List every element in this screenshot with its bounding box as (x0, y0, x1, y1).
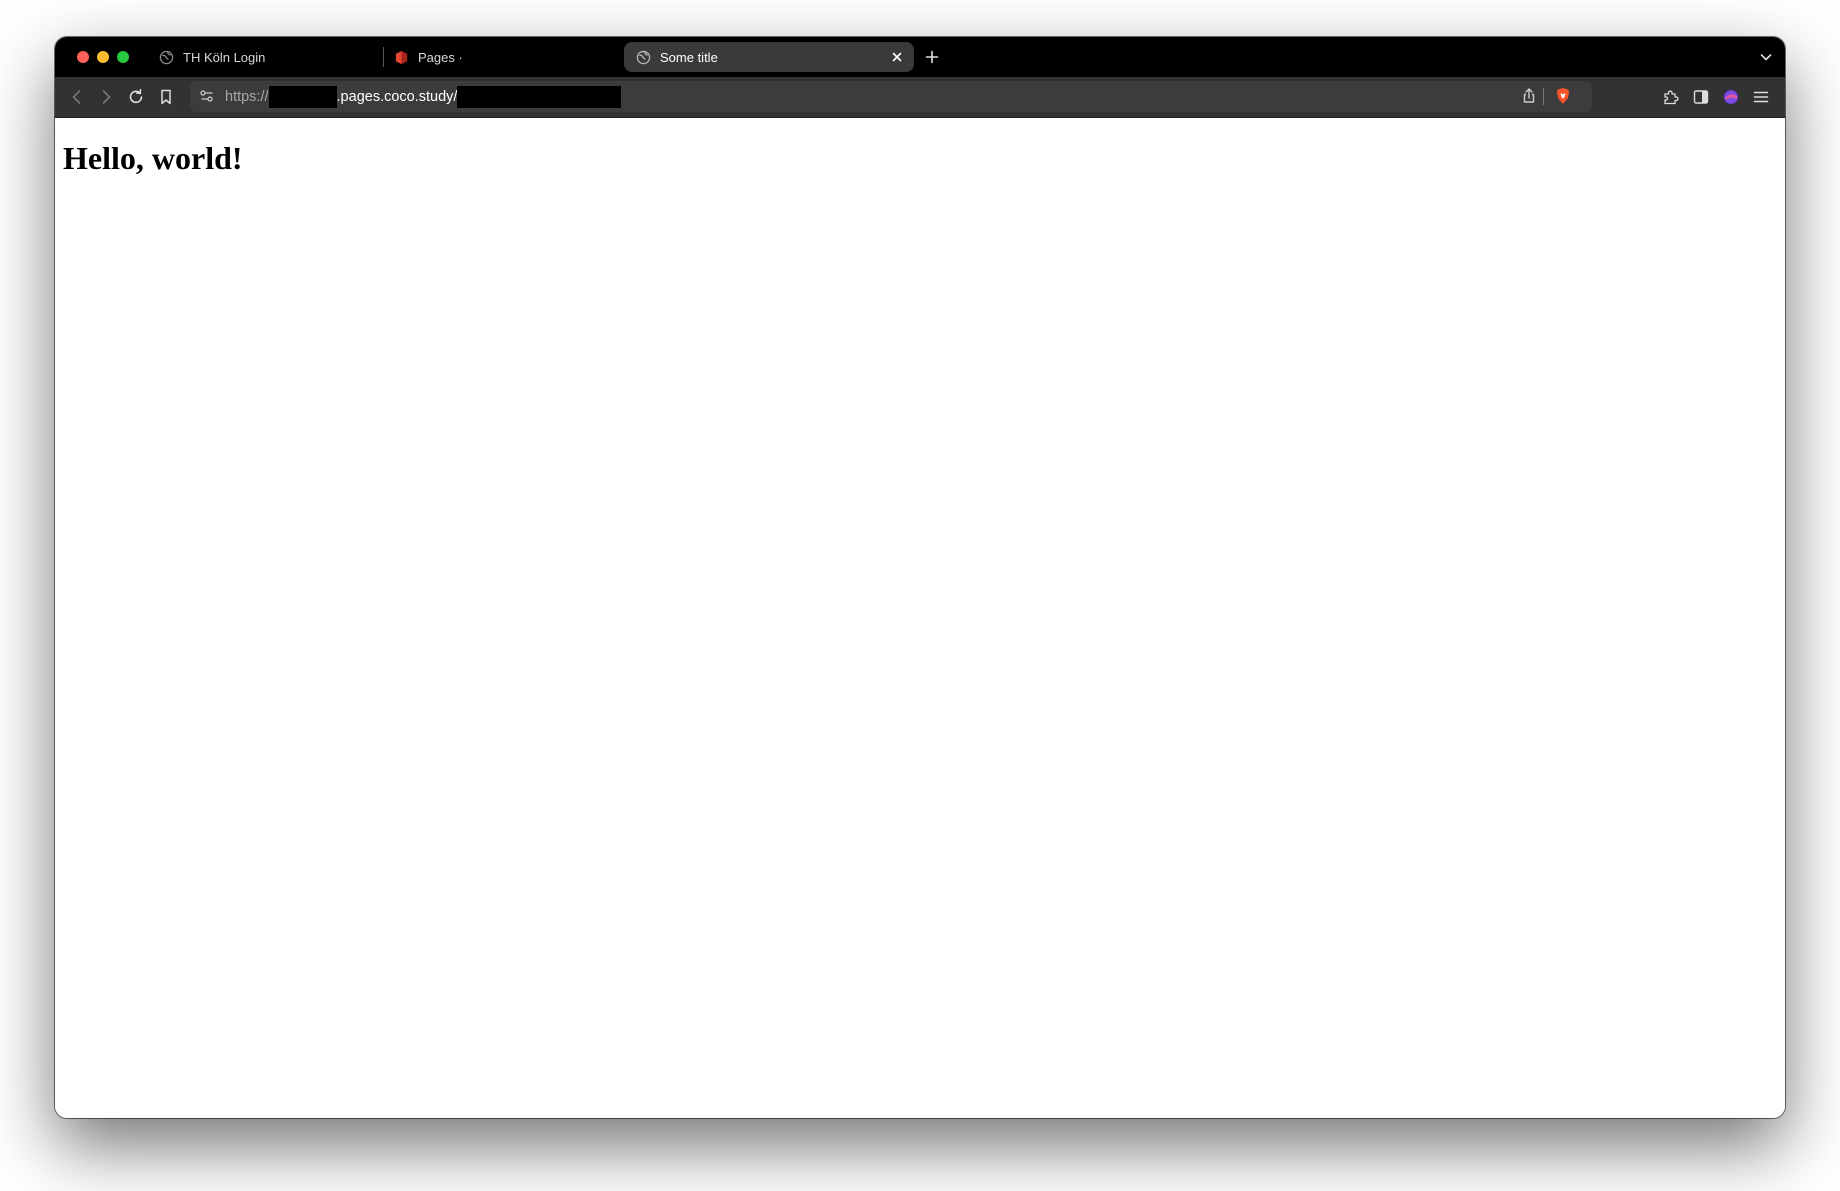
brave-shields-icon[interactable] (1554, 87, 1572, 105)
url-scheme: https:// (225, 88, 269, 105)
site-settings-icon[interactable] (198, 87, 216, 105)
tab-title: Some title (660, 49, 718, 65)
share-icon[interactable] (1520, 87, 1538, 105)
tab-title: TH Köln Login (183, 49, 266, 65)
forward-arrow-icon[interactable] (97, 88, 115, 106)
sidebar-toggle-icon[interactable] (1692, 88, 1710, 106)
globe-icon (636, 50, 651, 65)
bookmark-icon[interactable] (157, 88, 175, 106)
close-window-button[interactable] (77, 51, 89, 63)
toolbar-divider (1543, 88, 1544, 105)
globe-icon (159, 50, 174, 65)
extensions-puzzle-icon[interactable] (1662, 88, 1680, 106)
browser-window: TH Köln Login Pages · Some title https:/… (55, 37, 1785, 1118)
menu-hamburger-icon[interactable] (1752, 88, 1770, 106)
browser-toolbar: https:// .pages.coco.study/ (55, 77, 1785, 118)
tab-strip: TH Köln Login Pages · Some title (55, 37, 1785, 77)
chevron-down-icon[interactable] (1759, 50, 1773, 64)
reload-icon[interactable] (127, 88, 145, 106)
minimize-window-button[interactable] (97, 51, 109, 63)
maximize-window-button[interactable] (117, 51, 129, 63)
address-bar[interactable]: https:// .pages.coco.study/ (190, 81, 1592, 112)
page-heading: Hello, world! (63, 140, 243, 176)
pages-logo-icon (394, 50, 409, 65)
url-host: .pages.coco.study/ (336, 88, 458, 105)
back-arrow-icon[interactable] (68, 88, 86, 106)
tab-some-title[interactable]: Some title (624, 42, 914, 72)
new-tab-plus-icon[interactable] (924, 49, 940, 65)
redacted-path (457, 85, 622, 108)
redacted-subdomain (268, 85, 337, 108)
tab-title: Pages · (418, 49, 463, 65)
url-text: https:// .pages.coco.study/ (225, 81, 622, 112)
close-tab-icon[interactable] (889, 49, 905, 65)
leo-ai-icon[interactable] (1722, 88, 1740, 106)
page-content: Hello, world! (55, 118, 1785, 1118)
